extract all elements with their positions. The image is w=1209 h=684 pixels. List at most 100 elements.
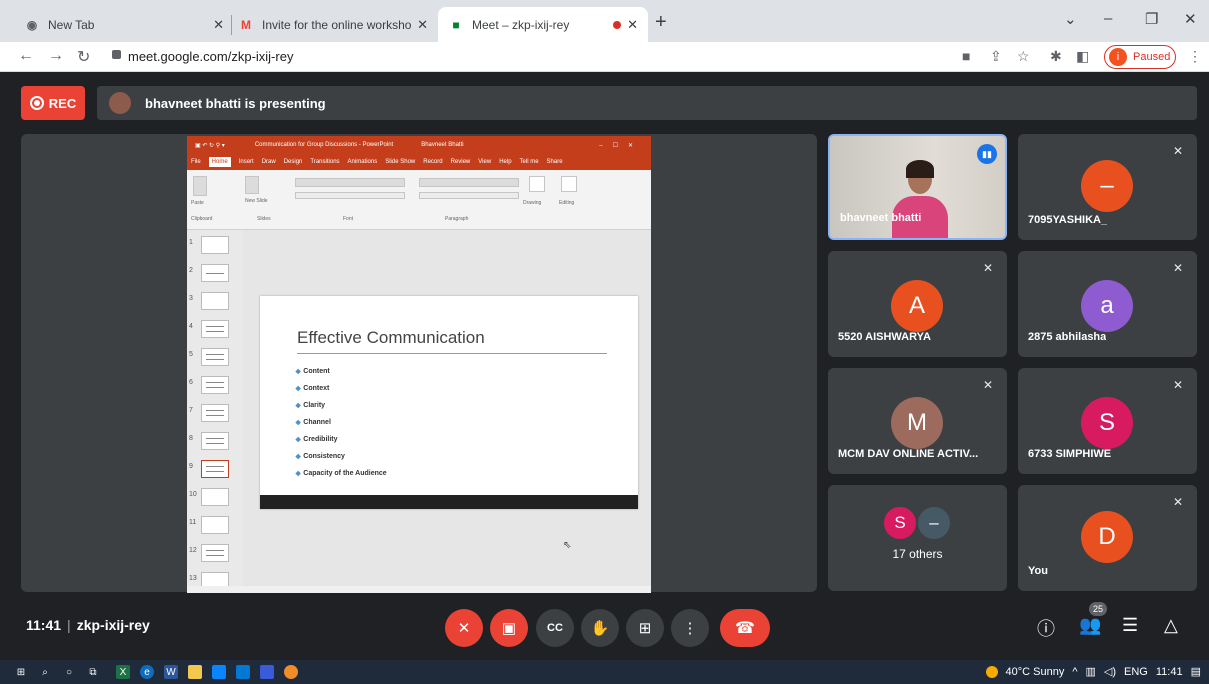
- mic-toggle-button[interactable]: ✕: [445, 609, 483, 647]
- participant-avatar: S: [1081, 397, 1133, 449]
- notifications-icon[interactable]: ▤: [1191, 665, 1201, 678]
- participant-name: 7095YASHIKA_: [1028, 214, 1108, 226]
- extensions-icon[interactable]: ✱: [1050, 48, 1062, 65]
- language-indicator[interactable]: ENG: [1124, 666, 1148, 678]
- more-options-button[interactable]: ⋮: [671, 609, 709, 647]
- participant-avatar-mini: –: [916, 505, 952, 541]
- slide-number: 11: [189, 519, 197, 526]
- shared-screen-powerpoint: ▣ ↶ ↻ ⚲ ▾ Communication for Group Discus…: [187, 136, 651, 593]
- menu-dots-icon[interactable]: ⋮: [1188, 48, 1202, 65]
- participant-tile[interactable]: ✕ S 6733 SIMPHIWE: [1018, 368, 1197, 474]
- tab-title: New Tab: [48, 17, 95, 32]
- profile-button[interactable]: i Paused: [1104, 45, 1176, 69]
- ribbon-label: New Slide: [245, 198, 268, 204]
- participant-tile[interactable]: ✕ a 2875 abhilasha: [1018, 251, 1197, 357]
- slide-thumbnail: 8: [189, 432, 229, 450]
- people-icon[interactable]: 👥: [1079, 615, 1101, 636]
- activities-icon[interactable]: △: [1164, 615, 1178, 636]
- tab-gmail[interactable]: M Invite for the online workshop (6 ✕: [228, 7, 438, 42]
- word-icon[interactable]: W: [164, 665, 178, 679]
- mail-icon[interactable]: [212, 665, 226, 679]
- lock-icon[interactable]: [112, 50, 121, 59]
- slide-number: 3: [189, 295, 193, 302]
- tab-search-icon[interactable]: ⌄: [1064, 10, 1077, 28]
- slide-number: 12: [189, 547, 197, 554]
- mic-off-icon: ✕: [1172, 495, 1183, 509]
- ppt-menu-item: Animations: [347, 159, 378, 165]
- volume-icon[interactable]: ◁): [1104, 665, 1116, 678]
- slide-thumbnail: 6: [189, 376, 229, 394]
- present-button[interactable]: ⊞: [626, 609, 664, 647]
- cortana-icon[interactable]: ○: [62, 665, 76, 679]
- tray-chevron-icon[interactable]: ^: [1072, 666, 1077, 678]
- taskbar-search-icon[interactable]: ⌕: [38, 665, 52, 679]
- camera-toggle-button[interactable]: ▣: [490, 609, 528, 647]
- windows-start-icon[interactable]: ⊞: [14, 665, 28, 679]
- mic-off-icon: ✕: [1172, 144, 1183, 158]
- camera-icon[interactable]: ■: [962, 48, 970, 64]
- ppt-menu-bar: File Home Insert Draw Design Transitions…: [187, 154, 651, 170]
- excel-icon[interactable]: X: [116, 665, 130, 679]
- chat-icon[interactable]: ☰: [1122, 615, 1138, 636]
- close-tab-icon[interactable]: ✕: [627, 17, 638, 33]
- bullet-item: ❖ Context: [295, 385, 330, 393]
- slide-thumbnail-selected: 9: [189, 460, 229, 478]
- task-view-icon[interactable]: ⧉: [86, 665, 100, 679]
- file-explorer-icon[interactable]: [188, 665, 202, 679]
- close-tab-icon[interactable]: ✕: [417, 17, 428, 33]
- tab-meet[interactable]: ■ Meet – zkp-ixij-rey ✕: [438, 7, 648, 42]
- close-tab-icon[interactable]: ✕: [213, 17, 224, 33]
- participant-tile-self[interactable]: ✕ D You: [1018, 485, 1197, 591]
- participant-tile[interactable]: ✕ M MCM DAV ONLINE ACTIV...: [828, 368, 1007, 474]
- restore-icon[interactable]: ❐: [1145, 10, 1158, 28]
- participant-avatar: A: [891, 280, 943, 332]
- presenter-avatar: [109, 92, 131, 114]
- slide-thumbnail: 4: [189, 320, 229, 338]
- bullet-item: ❖ Clarity: [295, 402, 326, 410]
- participant-name: You: [1028, 565, 1048, 577]
- participant-tile-others[interactable]: S – 17 others: [828, 485, 1007, 591]
- paste-icon: [193, 176, 207, 196]
- slide-thumbnail: 3: [189, 292, 229, 310]
- recording-badge[interactable]: REC: [21, 86, 85, 120]
- participant-tile[interactable]: ✕ A 5520 AISHWARYA: [828, 251, 1007, 357]
- ppt-menu-item: Review: [450, 159, 471, 165]
- tab-new-tab[interactable]: ◉ New Tab ✕: [14, 7, 234, 42]
- chrome-taskbar-icon[interactable]: [284, 665, 298, 679]
- close-window-icon[interactable]: ✕: [1184, 10, 1197, 28]
- reload-icon[interactable]: ↻: [77, 47, 90, 67]
- participant-tile-video[interactable]: ▮▮ bhavneet bhatti: [828, 134, 1007, 240]
- captions-button[interactable]: CC: [536, 609, 574, 647]
- network-icon[interactable]: ▥: [1086, 665, 1096, 678]
- slide-title: Effective Communication: [297, 328, 485, 347]
- share-icon[interactable]: ⇪: [990, 48, 1002, 65]
- bookmark-star-icon[interactable]: ☆: [1017, 48, 1030, 65]
- forward-icon[interactable]: →: [48, 47, 64, 65]
- edge-icon[interactable]: e: [140, 665, 154, 679]
- participant-tile[interactable]: ✕ – 7095YASHIKA_: [1018, 134, 1197, 240]
- editing-icon: [561, 176, 577, 192]
- address-bar[interactable]: meet.google.com/zkp-ixij-rey: [128, 49, 293, 64]
- store-icon[interactable]: [236, 665, 250, 679]
- ppt-ribbon: Paste New Slide Clipboard Slides Font Pa…: [187, 170, 651, 230]
- video-person-hair: [906, 160, 934, 178]
- alignment-buttons: [419, 192, 519, 199]
- new-tab-button[interactable]: +: [655, 11, 667, 34]
- participant-avatar: M: [891, 397, 943, 449]
- back-icon[interactable]: ←: [18, 47, 34, 65]
- ppt-menu-item: Help: [499, 159, 512, 165]
- meeting-info-icon[interactable]: ⓘ: [1037, 615, 1055, 641]
- raise-hand-button[interactable]: ✋: [581, 609, 619, 647]
- mic-off-icon: ✕: [982, 261, 993, 275]
- app-icon[interactable]: [260, 665, 274, 679]
- clock[interactable]: 11:41: [1156, 666, 1183, 678]
- current-slide: Effective Communication ❖ Content ❖ Contex…: [260, 296, 638, 509]
- side-panel-icon[interactable]: ◧: [1076, 48, 1089, 65]
- minimize-icon[interactable]: –: [1104, 10, 1112, 27]
- participant-avatar: –: [1081, 160, 1133, 212]
- slide-number: 9: [189, 463, 193, 470]
- drawing-icon: [529, 176, 545, 192]
- leave-call-button[interactable]: ☎: [720, 609, 770, 647]
- save-icon: ▣ ↶ ↻ ⚲ ▾: [195, 142, 225, 149]
- bullet-item: ❖ Credibility: [295, 436, 338, 444]
